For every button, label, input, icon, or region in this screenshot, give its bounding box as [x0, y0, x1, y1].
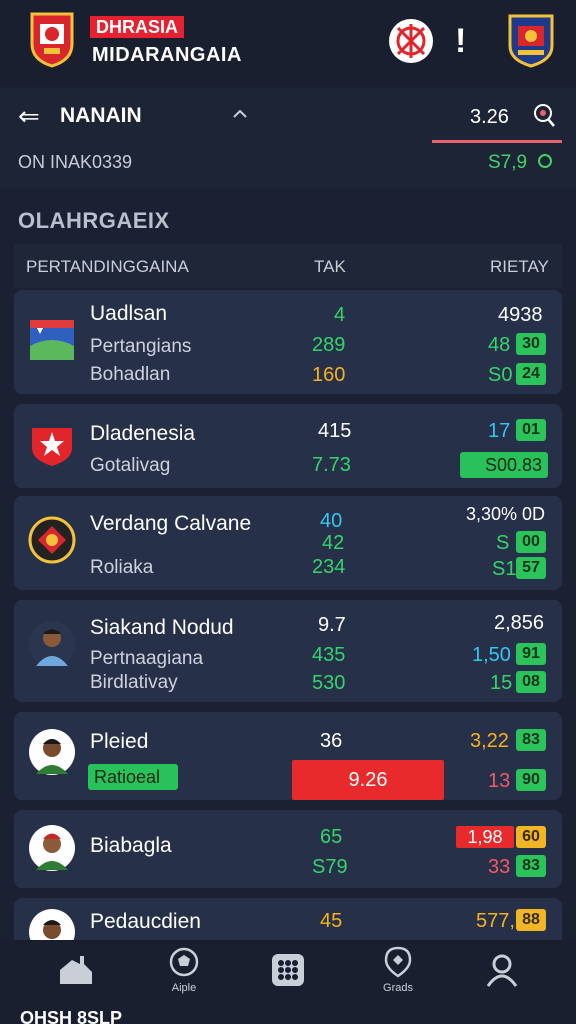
- rietay-value: 3,22: [470, 730, 509, 752]
- odds-badge[interactable]: 60: [516, 826, 546, 848]
- footer-text: OHSH 8SLP: [20, 1008, 123, 1024]
- brand-title-secondary: MIDARANGAIA: [92, 44, 242, 66]
- rietay-value: S: [496, 532, 510, 554]
- rietay-value: S1: [492, 558, 517, 580]
- row-subtitle: Pertangians: [90, 336, 192, 357]
- rietay-value: 48: [488, 334, 511, 356]
- grid-icon[interactable]: [268, 950, 308, 990]
- row-subtitle: Roliaka: [90, 557, 154, 578]
- flag-icon: [30, 320, 74, 360]
- nav-label[interactable]: Aiple: [154, 982, 214, 994]
- search-icon[interactable]: [530, 102, 556, 128]
- rietay-value: 17: [488, 420, 511, 442]
- tak-value: 415: [318, 420, 352, 442]
- badge-logo[interactable]: [506, 12, 556, 68]
- soccer-ball-icon[interactable]: [164, 946, 204, 978]
- row-subtitle: Bohadlan: [90, 364, 171, 385]
- column-header-match: PERTANDINGGAINA: [26, 257, 189, 276]
- team-name: Siakand Nodud: [90, 616, 234, 639]
- odds-badge[interactable]: 30: [516, 333, 546, 355]
- rietay-value: 2,856: [494, 612, 545, 634]
- tak-value: 9.7: [318, 614, 346, 636]
- live-odds-button[interactable]: 9.26: [292, 760, 444, 800]
- odds-badge[interactable]: 01: [516, 419, 546, 441]
- status-dot-icon: [538, 154, 552, 168]
- shield-logo[interactable]: [28, 10, 76, 68]
- star-logo-icon: [32, 428, 72, 466]
- back-arrow-icon[interactable]: ⇐: [18, 103, 40, 129]
- active-indicator: [432, 140, 562, 143]
- team-name: Pedaucdien: [90, 910, 201, 933]
- rietay-value: 1,50: [472, 644, 511, 666]
- odds-badge[interactable]: 57: [516, 557, 546, 579]
- balance-value: S7,9: [488, 152, 528, 173]
- stadium-icon[interactable]: [56, 950, 96, 990]
- odds-badge[interactable]: 24: [516, 363, 546, 385]
- chevron-up-icon[interactable]: [230, 104, 250, 124]
- alert-icon[interactable]: !: [455, 24, 466, 58]
- team-name: Verdang Calvane: [90, 512, 252, 535]
- odds-badge[interactable]: 90: [516, 769, 546, 791]
- tak-value: S79: [312, 856, 348, 878]
- row-subtitle: Birdlativay: [90, 672, 178, 693]
- odds-button[interactable]: S00.83: [460, 452, 548, 478]
- nav-label[interactable]: Grads: [368, 982, 428, 994]
- tak-value: 289: [312, 334, 346, 356]
- profile-icon[interactable]: [482, 950, 522, 990]
- column-header-rietay: RIETAY: [490, 257, 549, 276]
- row-subtitle: Gotalivag: [90, 455, 171, 476]
- tak-value: 435: [312, 644, 346, 666]
- tak-value: 45: [320, 910, 343, 932]
- column-header-tak: TAK: [314, 257, 346, 276]
- odds-badge[interactable]: 91: [516, 643, 546, 665]
- tak-value: 42: [322, 532, 345, 554]
- live-odds-button[interactable]: 1,98: [456, 826, 514, 848]
- odds-badge[interactable]: 88: [516, 909, 546, 931]
- soccer-ball-icon[interactable]: [388, 18, 434, 64]
- tak-value: 65: [320, 826, 343, 848]
- tak-value: 7.73: [312, 454, 351, 476]
- app-header: [0, 0, 576, 84]
- rietay-value: 3,30% 0D: [466, 504, 546, 524]
- tak-value: 36: [320, 730, 343, 752]
- team-name: Pleied: [90, 730, 149, 753]
- rietay-value: 577,: [476, 910, 515, 932]
- rietay-value: 4938: [498, 304, 543, 326]
- tak-value: 160: [312, 364, 346, 386]
- player-avatar: [29, 729, 75, 775]
- rietay-value: S0: [488, 364, 513, 386]
- page-title: NANAIN: [60, 104, 142, 127]
- team-name: Uadlsan: [90, 302, 168, 325]
- rietay-value: 33: [488, 856, 511, 878]
- section-title: OLAHRGAEIX: [18, 208, 170, 233]
- tak-value: 40: [320, 510, 343, 532]
- tak-value: 530: [312, 672, 346, 694]
- team-name: Dladenesia: [90, 422, 196, 445]
- team-name: Biabagla: [90, 834, 172, 857]
- club-crest-icon: [28, 516, 76, 564]
- odds-badge[interactable]: 00: [516, 531, 546, 553]
- tak-value: 234: [312, 556, 346, 578]
- tak-value: 4: [334, 304, 346, 326]
- header-value: 3.26: [470, 106, 509, 128]
- odds-badge[interactable]: 83: [516, 855, 546, 877]
- status-tag: Ratioeal: [88, 764, 178, 790]
- location-pin-icon[interactable]: [378, 946, 418, 978]
- rietay-value: 15: [490, 672, 513, 694]
- player-avatar: [29, 825, 75, 871]
- player-avatar: [29, 621, 75, 667]
- odds-badge[interactable]: 83: [516, 729, 546, 751]
- rietay-value: 13: [488, 770, 511, 792]
- odds-badge[interactable]: 08: [516, 671, 546, 693]
- status-text: ON INAK0339: [18, 152, 133, 172]
- brand-title-primary: DHRASIA: [90, 16, 185, 38]
- row-subtitle: Pertnaagiana: [90, 648, 204, 669]
